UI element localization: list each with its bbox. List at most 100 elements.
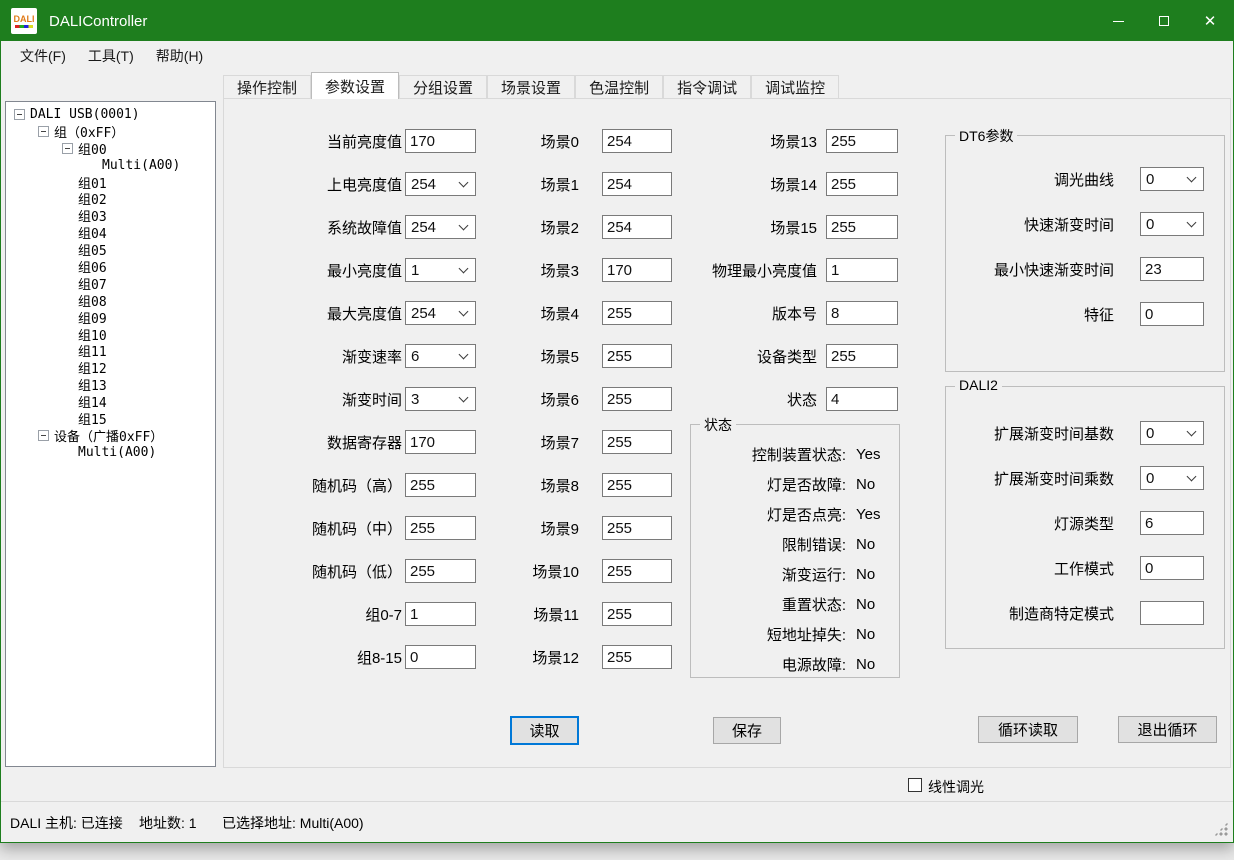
maximize-button[interactable] — [1141, 1, 1187, 41]
close-button[interactable]: ✕ — [1187, 1, 1233, 41]
scene-input[interactable] — [602, 215, 672, 239]
menu-tools[interactable]: 工具(T) — [77, 42, 145, 70]
menu-help[interactable]: 帮助(H) — [145, 42, 214, 70]
chevron-down-icon — [459, 264, 469, 274]
tree-item[interactable]: Multi(A00) — [6, 157, 215, 174]
tree-item[interactable]: 组04 — [6, 224, 215, 241]
dali2-select[interactable]: 0 — [1140, 421, 1204, 445]
param-input[interactable] — [405, 473, 476, 497]
status-address-count: 地址数: 1 — [139, 813, 197, 833]
param-select-value: 1 — [406, 262, 460, 279]
linear-dimming-label: 线性调光 — [928, 777, 984, 797]
dali2-input[interactable] — [1140, 511, 1204, 535]
device-input[interactable] — [826, 301, 898, 325]
scene-input[interactable] — [602, 473, 672, 497]
tree-item[interactable]: 组12 — [6, 359, 215, 376]
param-input[interactable] — [405, 559, 476, 583]
tree-item[interactable]: 组08 — [6, 292, 215, 309]
tree-expander-icon[interactable] — [14, 109, 25, 120]
dt6-input[interactable] — [1140, 302, 1204, 326]
status-group-title: 状态 — [700, 415, 736, 435]
tab-0[interactable]: 操作控制 — [223, 75, 311, 99]
tab-1[interactable]: 参数设置 — [311, 72, 399, 99]
param-input[interactable] — [405, 430, 476, 454]
tree-item[interactable]: 组07 — [6, 275, 215, 292]
dali2-input[interactable] — [1140, 556, 1204, 580]
tree-item[interactable]: 组09 — [6, 309, 215, 326]
tab-3[interactable]: 场景设置 — [487, 75, 575, 99]
read-button[interactable]: 读取 — [510, 716, 579, 745]
tree-expander-icon[interactable] — [38, 430, 49, 441]
scene-input[interactable] — [602, 258, 672, 282]
loop-read-button[interactable]: 循环读取 — [978, 716, 1078, 743]
tree-item[interactable]: 组14 — [6, 393, 215, 410]
tab-6[interactable]: 调试监控 — [751, 75, 839, 99]
tree-item[interactable]: 组06 — [6, 258, 215, 275]
menu-file[interactable]: 文件(F) — [9, 42, 77, 70]
scene-input[interactable] — [602, 516, 672, 540]
tab-5[interactable]: 指令调试 — [663, 75, 751, 99]
resize-grip-icon[interactable] — [1214, 822, 1228, 836]
scene-input[interactable] — [602, 301, 672, 325]
param-select[interactable]: 6 — [405, 344, 476, 368]
device-input[interactable] — [826, 172, 898, 196]
scene-input[interactable] — [602, 559, 672, 583]
app-icon-colorbar — [15, 25, 33, 28]
tree-item[interactable]: 设备（广播0xFF） — [6, 427, 215, 444]
device-input[interactable] — [826, 215, 898, 239]
param-select-value: 254 — [406, 219, 460, 236]
minimize-icon — [1113, 21, 1124, 22]
param-select[interactable]: 254 — [405, 301, 476, 325]
device-input[interactable] — [826, 258, 898, 282]
device-tree[interactable]: DALI USB(0001)组（0xFF）组00Multi(A00)组01组02… — [5, 101, 216, 767]
minimize-button[interactable] — [1095, 1, 1141, 41]
tree-item[interactable]: 组03 — [6, 207, 215, 224]
dt6-select[interactable]: 0 — [1140, 212, 1204, 236]
dali2-select[interactable]: 0 — [1140, 466, 1204, 490]
tab-4[interactable]: 色温控制 — [575, 75, 663, 99]
status-selected-address: 已选择地址: Multi(A00) — [222, 813, 364, 833]
scene-input[interactable] — [602, 344, 672, 368]
scene-input[interactable] — [602, 645, 672, 669]
scene-input[interactable] — [602, 129, 672, 153]
save-button[interactable]: 保存 — [713, 717, 781, 744]
scene-input[interactable] — [602, 387, 672, 411]
param-select[interactable]: 1 — [405, 258, 476, 282]
param-select[interactable]: 254 — [405, 215, 476, 239]
dali2-group-title: DALI2 — [955, 377, 1002, 393]
device-input[interactable] — [826, 344, 898, 368]
scene-input[interactable] — [602, 172, 672, 196]
tree-item[interactable]: DALI USB(0001) — [6, 106, 215, 123]
exit-loop-button[interactable]: 退出循环 — [1118, 716, 1217, 743]
tree-expander-icon[interactable] — [38, 126, 49, 137]
tree-expander-icon[interactable] — [62, 143, 73, 154]
param-select[interactable]: 3 — [405, 387, 476, 411]
param-select[interactable]: 254 — [405, 172, 476, 196]
tree-item[interactable]: 组01 — [6, 174, 215, 191]
tree-item[interactable]: 组13 — [6, 376, 215, 393]
scene-label: 场景11 — [504, 604, 579, 625]
tree-item[interactable]: 组10 — [6, 326, 215, 343]
tree-item[interactable]: 组11 — [6, 342, 215, 359]
dt6-select[interactable]: 0 — [1140, 167, 1204, 191]
param-input[interactable] — [405, 602, 476, 626]
tree-item[interactable]: 组05 — [6, 241, 215, 258]
tree-item[interactable]: 组（0xFF） — [6, 123, 215, 140]
tree-item[interactable]: 组00 — [6, 140, 215, 157]
param-input[interactable] — [405, 645, 476, 669]
device-input[interactable] — [826, 129, 898, 153]
tree-item[interactable]: 组15 — [6, 410, 215, 427]
dali2-input[interactable] — [1140, 601, 1204, 625]
dt6-input[interactable] — [1140, 257, 1204, 281]
param-input[interactable] — [405, 516, 476, 540]
tab-2[interactable]: 分组设置 — [399, 75, 487, 99]
device-status-value: No — [856, 596, 875, 613]
tree-item-label: DALI USB(0001) — [30, 107, 140, 122]
tree-item[interactable]: 组02 — [6, 190, 215, 207]
scene-input[interactable] — [602, 602, 672, 626]
linear-dimming-checkbox[interactable] — [908, 778, 922, 792]
param-input[interactable] — [405, 129, 476, 153]
device-input[interactable] — [826, 387, 898, 411]
scene-input[interactable] — [602, 430, 672, 454]
tree-item[interactable]: Multi(A00) — [6, 444, 215, 461]
